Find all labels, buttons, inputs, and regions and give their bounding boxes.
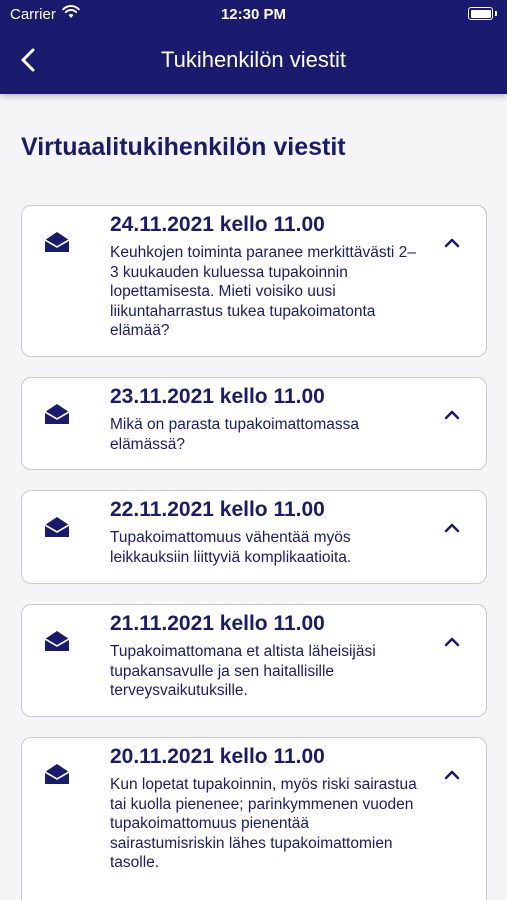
message-date: 20.11.2021 kello 11.00 <box>110 745 325 768</box>
message-text: Tupakoimattomana et altista läheisijäsi … <box>110 643 376 699</box>
chevron-up-icon[interactable] <box>444 238 460 248</box>
message-card[interactable]: 20.11.2021 kello 11.00 Kun lopetat tupak… <box>21 737 487 900</box>
open-envelope-icon <box>44 404 70 424</box>
open-envelope-icon <box>44 764 70 784</box>
message-text: Kun lopetat tupakoinnin, myös riski sair… <box>110 776 417 871</box>
message-text: Keuhkojen toiminta paranee merkittävästi… <box>110 244 416 339</box>
message-text: Mikä on parasta tupakoimattomassa elämäs… <box>110 416 359 453</box>
message-text: Tupakoimattomuus vähentää myös leikkauks… <box>110 529 352 566</box>
nav-title: Tukihenkilön viestit <box>160 47 347 72</box>
battery-icon <box>468 7 497 20</box>
message-date: 24.11.2021 kello 11.00 <box>110 213 325 236</box>
chevron-up-icon[interactable] <box>444 770 460 780</box>
message-card[interactable]: 22.11.2021 kello 11.00 Tupakoimattomuus … <box>21 490 487 584</box>
chevron-up-icon[interactable] <box>444 410 460 420</box>
chevron-up-icon[interactable] <box>444 523 460 533</box>
message-card[interactable]: 21.11.2021 kello 11.00 Tupakoimattomana … <box>21 604 487 717</box>
top-bar: Carrier 12:30 PM Tukihenkilön viestit <box>0 0 507 94</box>
message-date: 21.11.2021 kello 11.00 <box>110 612 325 635</box>
open-envelope-icon <box>44 232 70 252</box>
message-card[interactable]: 24.11.2021 kello 11.00 Keuhkojen toimint… <box>21 205 487 357</box>
message-card[interactable]: 23.11.2021 kello 11.00 Mikä on parasta t… <box>21 377 487 470</box>
status-bar: Carrier 12:30 PM <box>0 0 507 28</box>
chevron-up-icon[interactable] <box>444 637 460 647</box>
page-title: Virtuaalitukihenkilön viestit <box>21 133 346 161</box>
message-date: 23.11.2021 kello 11.00 <box>110 385 325 408</box>
status-time: 12:30 PM <box>220 6 287 23</box>
navigation-bar: Tukihenkilön viestit <box>0 28 507 94</box>
open-envelope-icon <box>44 517 70 537</box>
message-date: 22.11.2021 kello 11.00 <box>110 498 325 521</box>
open-envelope-icon <box>44 631 70 651</box>
